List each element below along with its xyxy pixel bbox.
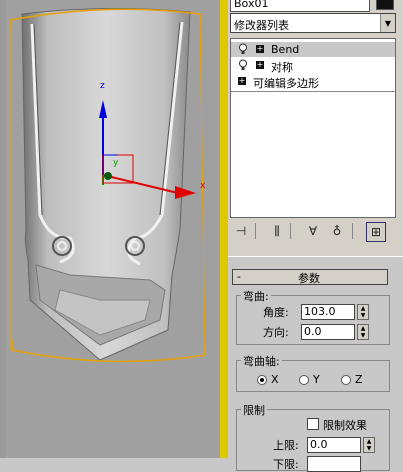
pin-icon[interactable]: ⊣	[232, 222, 250, 240]
axis-y-label: Y	[313, 373, 320, 386]
parameters-rollout: - 参数 弯曲: 角度: 103.0 ▲ ▼ 方向: 0.0 ▲ ▼ 弯曲轴: X …	[228, 256, 403, 472]
upper-limit-label: 上限:	[273, 439, 299, 452]
modifier-stack[interactable]: + Bend + 对称 + 可编辑多边形	[230, 38, 396, 218]
axis-x-radio[interactable]: X	[257, 373, 279, 386]
direction-input[interactable]: 0.0	[301, 324, 355, 340]
modify-panel: Box01 修改器列表 ▼ + Bend + 对称 + 可编辑多边形 ⊣ ⫼ ∀…	[228, 0, 403, 472]
angle-value: 103.0	[304, 305, 336, 318]
modifier-list-label: 修改器列表	[234, 19, 289, 32]
stack-separator	[231, 91, 395, 92]
plus-icon[interactable]: +	[256, 45, 264, 53]
direction-spinner[interactable]: ▲ ▼	[357, 324, 369, 340]
limit-effect-label: 限制效果	[323, 419, 367, 432]
configure-modifier-sets-icon[interactable]: ⊞	[366, 222, 386, 242]
gizmo-y-label: y	[113, 158, 119, 168]
angle-spinner[interactable]: ▲ ▼	[357, 304, 369, 320]
bend-group: 弯曲: 角度: 103.0 ▲ ▼ 方向: 0.0 ▲ ▼	[236, 288, 390, 345]
stack-toolbar: ⊣ ⫼ ∀ ♁ ⊞	[228, 220, 403, 244]
upper-limit-input[interactable]: 0.0	[307, 437, 361, 453]
remove-modifier-icon[interactable]: ♁	[328, 222, 346, 240]
direction-value: 0.0	[304, 325, 322, 338]
stack-item-bend[interactable]: + Bend	[231, 42, 395, 57]
radio-dot	[299, 374, 309, 385]
object-name-field[interactable]: Box01	[230, 0, 370, 12]
toolbar-separator	[290, 223, 291, 239]
radio-dot	[341, 374, 351, 385]
stack-item-label: Bend	[271, 43, 300, 56]
chevron-down-icon[interactable]: ▼	[380, 14, 395, 32]
lower-limit-label: 下限:	[273, 458, 299, 471]
direction-label: 方向:	[263, 326, 289, 339]
bend-axis-group-title: 弯曲轴:	[241, 353, 282, 369]
show-end-result-icon[interactable]: ⫼	[268, 222, 286, 240]
rollout-title: 参数	[298, 272, 320, 285]
limits-group-title: 限制	[241, 402, 267, 418]
angle-input[interactable]: 103.0	[301, 304, 355, 320]
bulb-icon[interactable]	[238, 59, 248, 71]
bulb-icon[interactable]	[238, 43, 248, 55]
stack-item-symmetry[interactable]: + 对称	[231, 58, 395, 74]
toolbar-separator	[255, 223, 256, 239]
modifier-list-dropdown[interactable]: 修改器列表 ▼	[230, 13, 396, 33]
angle-label: 角度:	[263, 306, 289, 319]
object-color-swatch[interactable]	[376, 0, 394, 10]
plus-icon[interactable]: +	[256, 61, 264, 69]
axis-y-radio[interactable]: Y	[299, 373, 320, 386]
upper-limit-spinner[interactable]: ▲ ▼	[363, 437, 375, 453]
radio-dot	[257, 374, 267, 385]
panel-divider	[220, 0, 228, 458]
lower-limit-input[interactable]	[307, 456, 361, 472]
axis-z-radio[interactable]: Z	[341, 373, 363, 386]
make-unique-icon[interactable]: ∀	[304, 222, 322, 240]
bend-axis-group: 弯曲轴: X Y Z	[236, 353, 390, 392]
bend-group-title: 弯曲:	[241, 288, 271, 304]
stack-item-label: 可编辑多边形	[253, 77, 319, 90]
gizmo-x-label: x	[200, 181, 206, 191]
upper-limit-value: 0.0	[310, 438, 328, 451]
bent-shield-model[interactable]: z x y	[0, 0, 220, 458]
limit-effect-checkbox[interactable]	[307, 418, 319, 430]
plus-icon[interactable]: +	[238, 77, 246, 85]
perspective-viewport[interactable]: z x y	[0, 0, 220, 458]
toolbar-separator	[352, 223, 353, 239]
collapse-icon[interactable]: -	[237, 270, 241, 283]
axis-z-label: Z	[355, 373, 363, 386]
stack-item-label: 对称	[271, 61, 293, 74]
object-name-value: Box01	[234, 0, 269, 10]
rollout-header[interactable]: - 参数	[232, 269, 388, 285]
axis-x-label: X	[271, 373, 279, 386]
gizmo-z-label: z	[100, 81, 105, 91]
stack-item-editable-poly[interactable]: + 可编辑多边形	[231, 74, 395, 90]
limits-group: 限制 限制效果 上限: 0.0 ▲ ▼ 下限:	[236, 402, 390, 472]
